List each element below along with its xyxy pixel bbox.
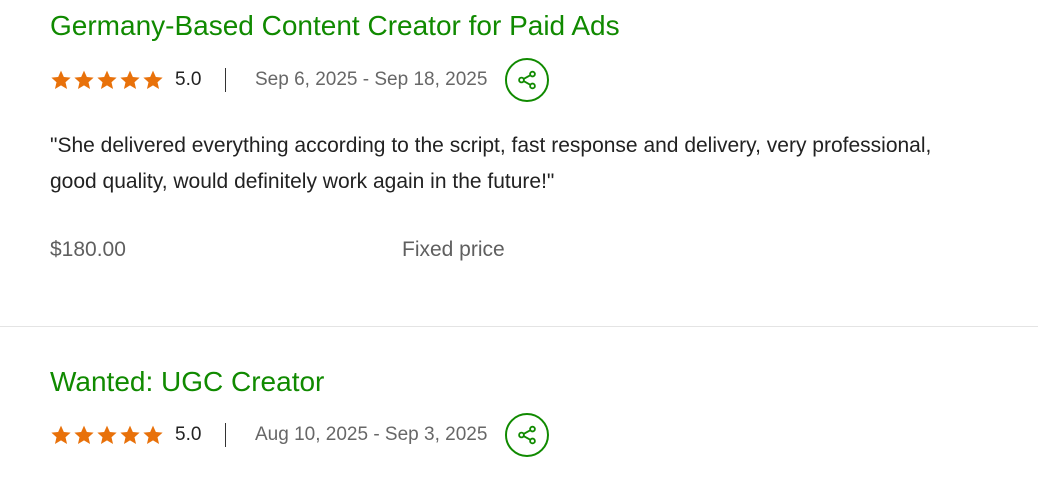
star-icon — [96, 424, 118, 446]
job-title-link[interactable]: Wanted: UGC Creator — [50, 365, 324, 399]
star-icon — [119, 69, 141, 91]
meta-divider — [225, 68, 226, 92]
star-icon — [73, 424, 95, 446]
star-icon — [50, 424, 72, 446]
rating-value: 5.0 — [175, 424, 202, 445]
star-rating — [50, 424, 164, 446]
star-rating — [50, 69, 164, 91]
job-card: Wanted: UGC Creator 5.0 Aug 10, 2025 - S… — [50, 327, 1038, 490]
meta-divider — [225, 423, 226, 447]
star-icon — [96, 69, 118, 91]
job-meta: 5.0 Sep 6, 2025 - Sep 18, 2025 — [50, 56, 550, 104]
star-icon — [142, 69, 164, 91]
share-button[interactable] — [505, 58, 550, 102]
star-icon — [50, 69, 72, 91]
client-feedback: "She delivered everything according to t… — [50, 134, 932, 193]
contract-type: Fixed price — [402, 238, 505, 261]
work-history-list: Germany-Based Content Creator for Paid A… — [0, 0, 1038, 490]
share-icon — [518, 70, 537, 90]
job-dates: Sep 6, 2025 - Sep 18, 2025 — [255, 69, 488, 90]
job-price: $180.00 — [50, 238, 126, 261]
star-icon — [119, 424, 141, 446]
job-dates: Aug 10, 2025 - Sep 3, 2025 — [255, 424, 488, 445]
star-icon — [142, 424, 164, 446]
job-card: Germany-Based Content Creator for Paid A… — [50, 0, 1038, 326]
star-icon — [73, 69, 95, 91]
job-earnings: $180.00 Fixed price — [50, 238, 505, 262]
share-button[interactable] — [505, 413, 550, 457]
job-meta: 5.0 Aug 10, 2025 - Sep 3, 2025 — [50, 411, 550, 459]
job-title-link[interactable]: Germany-Based Content Creator for Paid A… — [50, 9, 620, 43]
share-icon — [518, 425, 537, 445]
rating-value: 5.0 — [175, 69, 202, 90]
